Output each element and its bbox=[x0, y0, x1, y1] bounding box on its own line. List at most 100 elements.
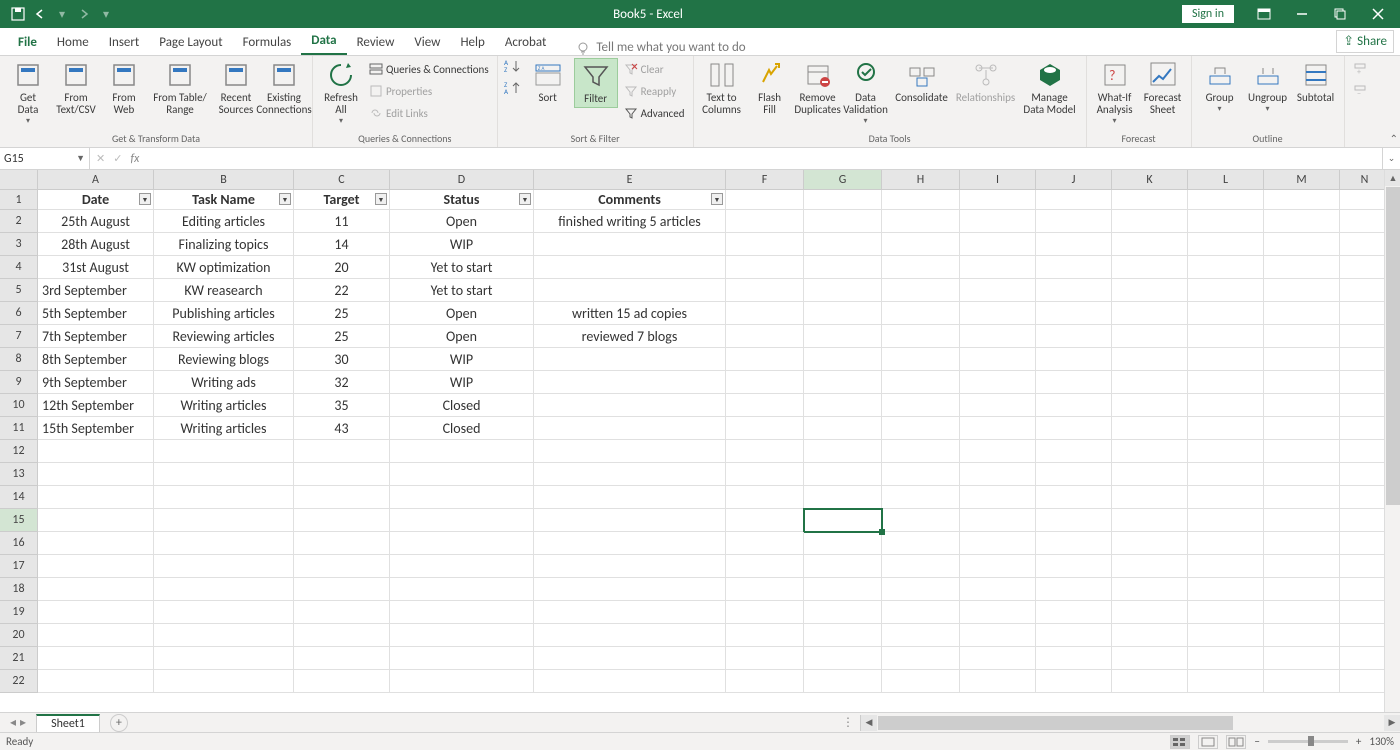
redo-icon[interactable] bbox=[76, 6, 92, 22]
row-header[interactable]: 12 bbox=[0, 440, 38, 463]
filter-dropdown-icon[interactable]: ▼ bbox=[519, 193, 531, 205]
cell[interactable] bbox=[960, 325, 1036, 348]
cell[interactable] bbox=[1264, 394, 1340, 417]
cell[interactable] bbox=[1264, 578, 1340, 601]
cell[interactable] bbox=[1112, 371, 1188, 394]
cell[interactable] bbox=[390, 601, 534, 624]
cell[interactable] bbox=[804, 463, 882, 486]
cell[interactable] bbox=[1188, 371, 1264, 394]
cell[interactable] bbox=[882, 302, 960, 325]
relationships-button[interactable]: Relationships bbox=[956, 58, 1016, 106]
cell[interactable]: 43 bbox=[294, 417, 390, 440]
cell[interactable] bbox=[1264, 647, 1340, 670]
cell[interactable] bbox=[1036, 371, 1112, 394]
cell[interactable]: WIP bbox=[390, 371, 534, 394]
cell[interactable] bbox=[1036, 233, 1112, 256]
cell[interactable] bbox=[726, 348, 804, 371]
cell[interactable] bbox=[1340, 417, 1390, 440]
cell[interactable] bbox=[1264, 371, 1340, 394]
cell[interactable] bbox=[1036, 509, 1112, 532]
cell[interactable] bbox=[1264, 279, 1340, 302]
cell[interactable] bbox=[154, 486, 294, 509]
column-header[interactable]: M bbox=[1264, 170, 1340, 190]
cell[interactable] bbox=[390, 578, 534, 601]
cell[interactable] bbox=[1340, 279, 1390, 302]
undo-icon[interactable] bbox=[32, 6, 48, 22]
column-header[interactable]: E bbox=[534, 170, 726, 190]
cell[interactable] bbox=[534, 555, 726, 578]
cell[interactable] bbox=[882, 190, 960, 210]
cell[interactable] bbox=[804, 371, 882, 394]
cell[interactable]: Status▼ bbox=[390, 190, 534, 210]
cell[interactable] bbox=[1112, 670, 1188, 693]
cell[interactable]: Open bbox=[390, 302, 534, 325]
column-header[interactable]: J bbox=[1036, 170, 1112, 190]
cell[interactable] bbox=[960, 440, 1036, 463]
cell[interactable] bbox=[534, 532, 726, 555]
cell[interactable] bbox=[534, 624, 726, 647]
subtotal-button[interactable]: Subtotal bbox=[1294, 58, 1338, 106]
cell[interactable] bbox=[154, 532, 294, 555]
minimize-button[interactable] bbox=[1284, 0, 1320, 28]
cell[interactable] bbox=[534, 647, 726, 670]
cell[interactable] bbox=[804, 233, 882, 256]
cell[interactable] bbox=[960, 486, 1036, 509]
row-header[interactable]: 22 bbox=[0, 670, 38, 693]
refresh-all-button[interactable]: Refresh All ▾ bbox=[319, 58, 363, 128]
cell[interactable] bbox=[726, 647, 804, 670]
cell[interactable]: Yet to start bbox=[390, 256, 534, 279]
cell[interactable] bbox=[804, 348, 882, 371]
cell[interactable] bbox=[1340, 256, 1390, 279]
row-header[interactable]: 3 bbox=[0, 233, 38, 256]
cell[interactable] bbox=[1340, 440, 1390, 463]
cell[interactable] bbox=[1112, 555, 1188, 578]
cell[interactable] bbox=[1188, 417, 1264, 440]
cell[interactable] bbox=[390, 670, 534, 693]
row-header[interactable]: 2 bbox=[0, 210, 38, 233]
name-box[interactable]: G15 ▼ bbox=[0, 148, 90, 169]
cell[interactable] bbox=[726, 190, 804, 210]
cell[interactable] bbox=[882, 256, 960, 279]
cell[interactable] bbox=[960, 233, 1036, 256]
cell[interactable] bbox=[882, 555, 960, 578]
cell[interactable] bbox=[534, 233, 726, 256]
cell[interactable] bbox=[1112, 532, 1188, 555]
cell[interactable] bbox=[882, 532, 960, 555]
cell[interactable]: finished writing 5 articles bbox=[534, 210, 726, 233]
cell[interactable] bbox=[882, 371, 960, 394]
column-header[interactable]: N bbox=[1340, 170, 1390, 190]
cell[interactable] bbox=[1036, 302, 1112, 325]
scroll-up-icon[interactable]: ▲ bbox=[1385, 170, 1400, 186]
cell[interactable] bbox=[726, 578, 804, 601]
vertical-scrollbar[interactable]: ▲ ▼ bbox=[1384, 170, 1400, 732]
cell[interactable] bbox=[1264, 210, 1340, 233]
cell[interactable] bbox=[804, 647, 882, 670]
cell[interactable] bbox=[1036, 256, 1112, 279]
existing-connections-button[interactable]: ExistingConnections bbox=[262, 58, 306, 118]
cell[interactable] bbox=[726, 417, 804, 440]
cell[interactable]: 35 bbox=[294, 394, 390, 417]
cell[interactable] bbox=[804, 325, 882, 348]
cell[interactable]: 25 bbox=[294, 325, 390, 348]
cell[interactable] bbox=[1112, 578, 1188, 601]
cell[interactable] bbox=[534, 486, 726, 509]
cell[interactable] bbox=[1112, 210, 1188, 233]
page-break-view-button[interactable] bbox=[1226, 735, 1246, 749]
cell[interactable] bbox=[534, 670, 726, 693]
sort-az-button[interactable]: AZ bbox=[504, 58, 522, 74]
column-header[interactable]: H bbox=[882, 170, 960, 190]
cell[interactable] bbox=[534, 348, 726, 371]
cell[interactable] bbox=[1036, 394, 1112, 417]
cell[interactable]: reviewed 7 blogs bbox=[534, 325, 726, 348]
cell[interactable]: 20 bbox=[294, 256, 390, 279]
fill-handle[interactable] bbox=[879, 529, 885, 535]
cell[interactable]: Open bbox=[390, 325, 534, 348]
cell[interactable] bbox=[960, 555, 1036, 578]
cell[interactable] bbox=[1036, 417, 1112, 440]
cell[interactable] bbox=[1188, 190, 1264, 210]
cell[interactable] bbox=[390, 555, 534, 578]
cell[interactable] bbox=[1112, 509, 1188, 532]
cell[interactable] bbox=[390, 624, 534, 647]
cell[interactable] bbox=[1340, 348, 1390, 371]
cell[interactable] bbox=[804, 279, 882, 302]
